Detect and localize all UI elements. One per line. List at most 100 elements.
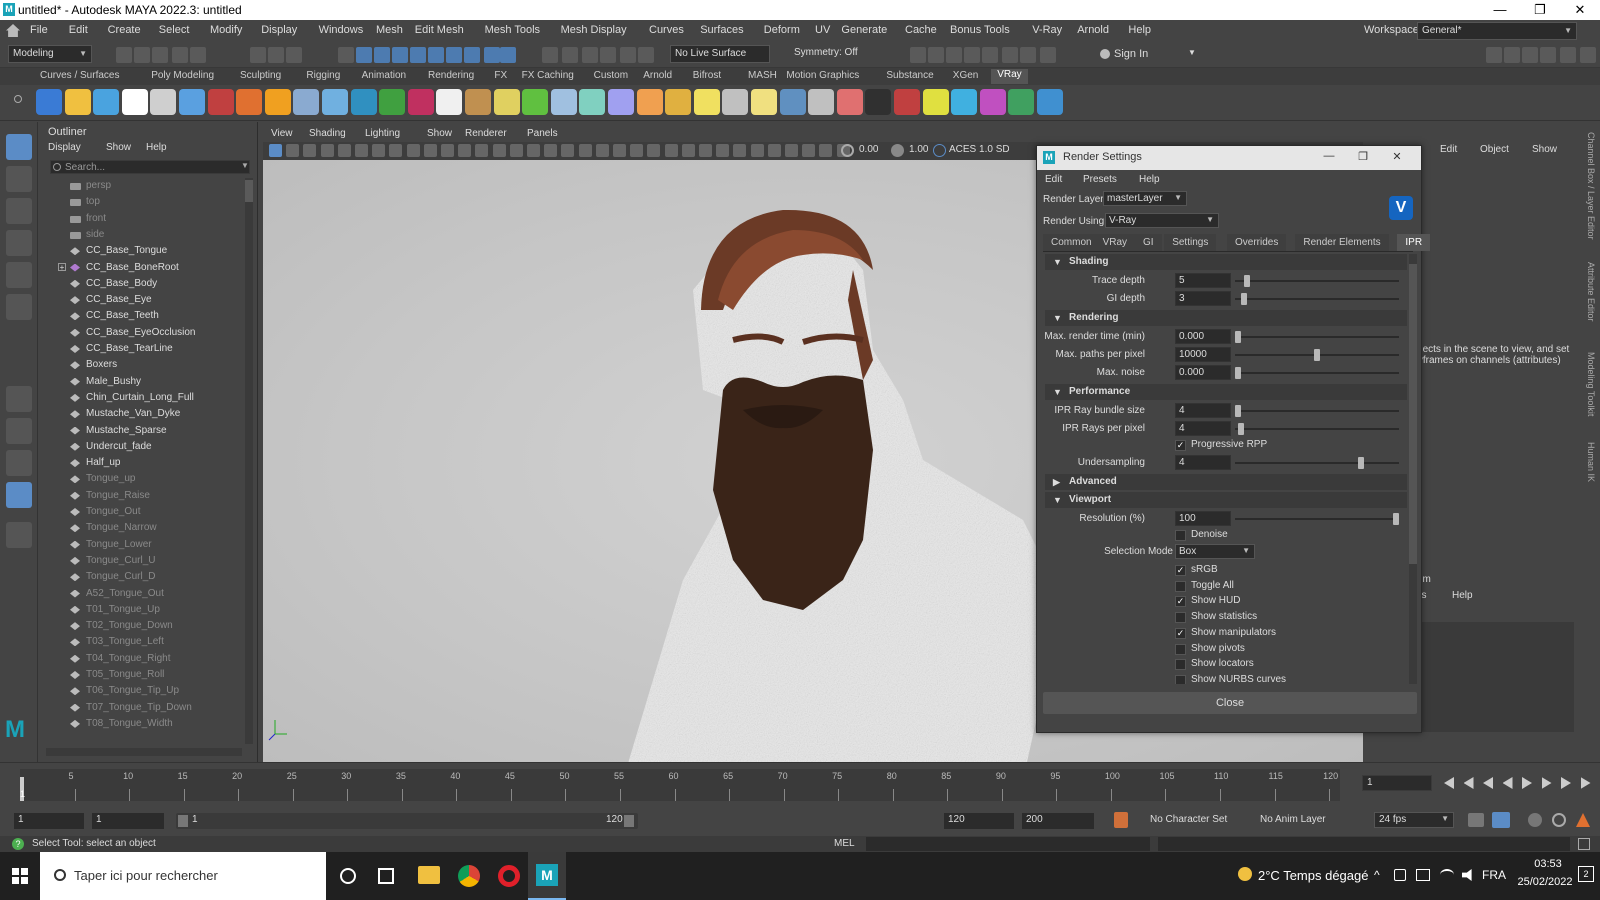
outliner-item[interactable]: Tongue_Lower — [70, 537, 250, 553]
outliner-item[interactable]: CC_Base_Body — [70, 276, 250, 292]
outliner-item[interactable]: T04_Tongue_Right — [70, 651, 250, 667]
close-button[interactable]: ✕ — [1560, 0, 1600, 20]
viewport-tool-icon[interactable] — [647, 144, 661, 157]
playback-start-field[interactable]: 1 — [92, 813, 164, 829]
viewport-tool-icon[interactable] — [681, 144, 695, 157]
vray-shelf-tool-icon[interactable] — [894, 89, 920, 115]
rs-tab-common[interactable]: Common — [1043, 234, 1100, 251]
menu-deform[interactable]: Deform — [764, 24, 800, 36]
menu-modify[interactable]: Modify — [210, 24, 242, 36]
vray-shelf-tool-icon[interactable] — [350, 89, 377, 115]
shelf-tab-poly-modeling[interactable]: Poly Modeling — [151, 70, 214, 81]
vray-shelf-tool-icon[interactable] — [493, 89, 520, 115]
minimize-button[interactable]: — — [1480, 0, 1520, 20]
vray-shelf-tool-icon[interactable] — [293, 89, 320, 115]
vray-shelf-tool-icon[interactable] — [379, 89, 406, 115]
vray-shelf-tool-icon[interactable] — [36, 89, 62, 115]
status-tool-icon[interactable] — [374, 47, 390, 63]
vray-shelf-tool-icon[interactable] — [779, 89, 806, 115]
outliner-item[interactable]: T08_Tongue_Width — [70, 716, 250, 732]
shelf-tab-custom[interactable]: Custom — [594, 70, 628, 81]
side-tab-channel-box-layer-editor[interactable]: Channel Box / Layer Editor — [1586, 132, 1596, 240]
outliner-item[interactable]: CC_Base_Teeth — [70, 308, 250, 324]
viewport-tool-icon[interactable] — [527, 144, 540, 157]
expand-icon[interactable]: + — [58, 262, 66, 271]
vray-shelf-tool-icon[interactable] — [64, 89, 91, 115]
colorspace-field[interactable]: ACES 1.0 SDR-vid — [949, 144, 1009, 158]
weather-text[interactable]: 2°C Temps dégagé — [1258, 868, 1368, 883]
shelf-tab-vray[interactable]: VRay — [991, 69, 1028, 84]
select-tool-icon[interactable] — [6, 134, 32, 160]
sign-in-button[interactable]: Sign In ▼ — [1100, 47, 1200, 63]
status-tool-icon[interactable] — [392, 47, 408, 63]
status-tool-icon[interactable] — [410, 47, 426, 63]
viewport-menu-view[interactable]: View — [271, 128, 293, 139]
status-tool-icon[interactable] — [338, 47, 354, 63]
viewport-tool-icon[interactable] — [613, 144, 626, 157]
viewport-tool-icon[interactable] — [819, 144, 833, 157]
step-forward-frame-icon[interactable] — [1541, 777, 1552, 789]
outliner-item[interactable]: Tongue_up — [70, 471, 250, 487]
volume-icon[interactable] — [1462, 869, 1472, 881]
viewport-tool-icon[interactable] — [544, 144, 558, 157]
status-tool-icon[interactable] — [1002, 47, 1018, 63]
menu-edit[interactable]: Edit — [69, 24, 88, 36]
status-tool-icon[interactable] — [190, 47, 206, 63]
render-settings-close-button[interactable]: Close — [1043, 692, 1417, 714]
status-tool-icon[interactable] — [172, 47, 188, 63]
exposure-field[interactable]: 0.00 — [859, 144, 887, 158]
vray-shelf-tool-icon[interactable] — [665, 89, 692, 115]
outliner-item[interactable]: Boxers — [70, 357, 250, 373]
windows-start-icon[interactable] — [12, 868, 28, 884]
rs-tab-settings[interactable]: Settings — [1164, 234, 1217, 251]
outliner-menu-show[interactable]: Show — [106, 142, 131, 153]
selection-mode-select[interactable]: Box ▼ — [1175, 544, 1255, 559]
viewport-menu-lighting[interactable]: Lighting — [365, 128, 400, 139]
outliner-item[interactable]: T01_Tongue_Up — [70, 602, 250, 618]
play-forwards-icon[interactable] — [1522, 777, 1532, 789]
rs-tab-overrides[interactable]: Overrides — [1227, 234, 1287, 251]
viewport-tool-icon[interactable] — [303, 144, 317, 157]
menu-windows[interactable]: Windows — [319, 24, 364, 36]
auto-key-icon[interactable] — [1114, 812, 1128, 828]
vray-shelf-tool-icon[interactable] — [465, 89, 491, 115]
fps-select[interactable]: 24 fps ▼ — [1374, 812, 1454, 828]
shelf-tab-motion-graphics[interactable]: Motion Graphics — [786, 70, 859, 81]
rs-tab-ipr[interactable]: IPR — [1397, 234, 1431, 251]
outliner-item[interactable]: persp — [70, 178, 250, 194]
chrome-icon[interactable] — [458, 865, 480, 887]
outliner-item[interactable]: T06_Tongue_Tip_Up — [70, 683, 250, 699]
viewport-tool-icon[interactable] — [441, 144, 454, 157]
search-icon[interactable] — [6, 522, 32, 548]
vray-shelf-tool-icon[interactable] — [722, 89, 749, 115]
viewport-tool-icon[interactable] — [664, 144, 678, 157]
status-tool-icon[interactable] — [542, 47, 558, 63]
trace-depth-field[interactable]: 5 — [1175, 273, 1231, 288]
step-back-frame-icon[interactable] — [1483, 777, 1493, 789]
vray-shelf-tool-icon[interactable] — [550, 89, 577, 115]
notifications-icon[interactable]: 2 — [1578, 866, 1594, 882]
render-using-select[interactable]: V-Ray ▼ — [1105, 213, 1219, 228]
section-viewport[interactable]: ▼ Viewport — [1045, 492, 1407, 508]
colorspace-icon[interactable] — [933, 144, 946, 157]
viewport-tool-icon[interactable] — [630, 144, 644, 157]
status-tool-icon[interactable] — [600, 47, 616, 63]
max-render-time-field[interactable]: 0.000 — [1175, 329, 1231, 344]
outliner-item[interactable]: T05_Tongue_Roll — [70, 667, 250, 683]
play-backwards-icon[interactable] — [1502, 777, 1513, 789]
taskbar-search-input[interactable]: Taper ici pour rechercher — [40, 852, 326, 900]
viewport-tool-icon[interactable] — [269, 144, 282, 157]
shelf-tab-rigging[interactable]: Rigging — [306, 70, 340, 81]
show-pivots-checkbox[interactable] — [1175, 643, 1186, 655]
clock-time[interactable]: 03:53 — [1516, 858, 1580, 870]
vray-shelf-tool-icon[interactable] — [608, 89, 634, 115]
status-tool-icon[interactable] — [152, 47, 168, 63]
show-statistics-checkbox[interactable] — [1175, 612, 1186, 624]
show-hud-checkbox[interactable]: ✓ — [1175, 596, 1186, 608]
scale-tool-icon[interactable] — [6, 294, 32, 320]
menu-v-ray[interactable]: V-Ray — [1032, 24, 1062, 36]
status-tool-icon[interactable] — [428, 47, 444, 63]
menu-set-select[interactable]: Modeling ▼ — [8, 45, 92, 63]
undersampling-slider[interactable] — [1235, 457, 1399, 469]
outliner-menu-help[interactable]: Help — [146, 142, 167, 153]
